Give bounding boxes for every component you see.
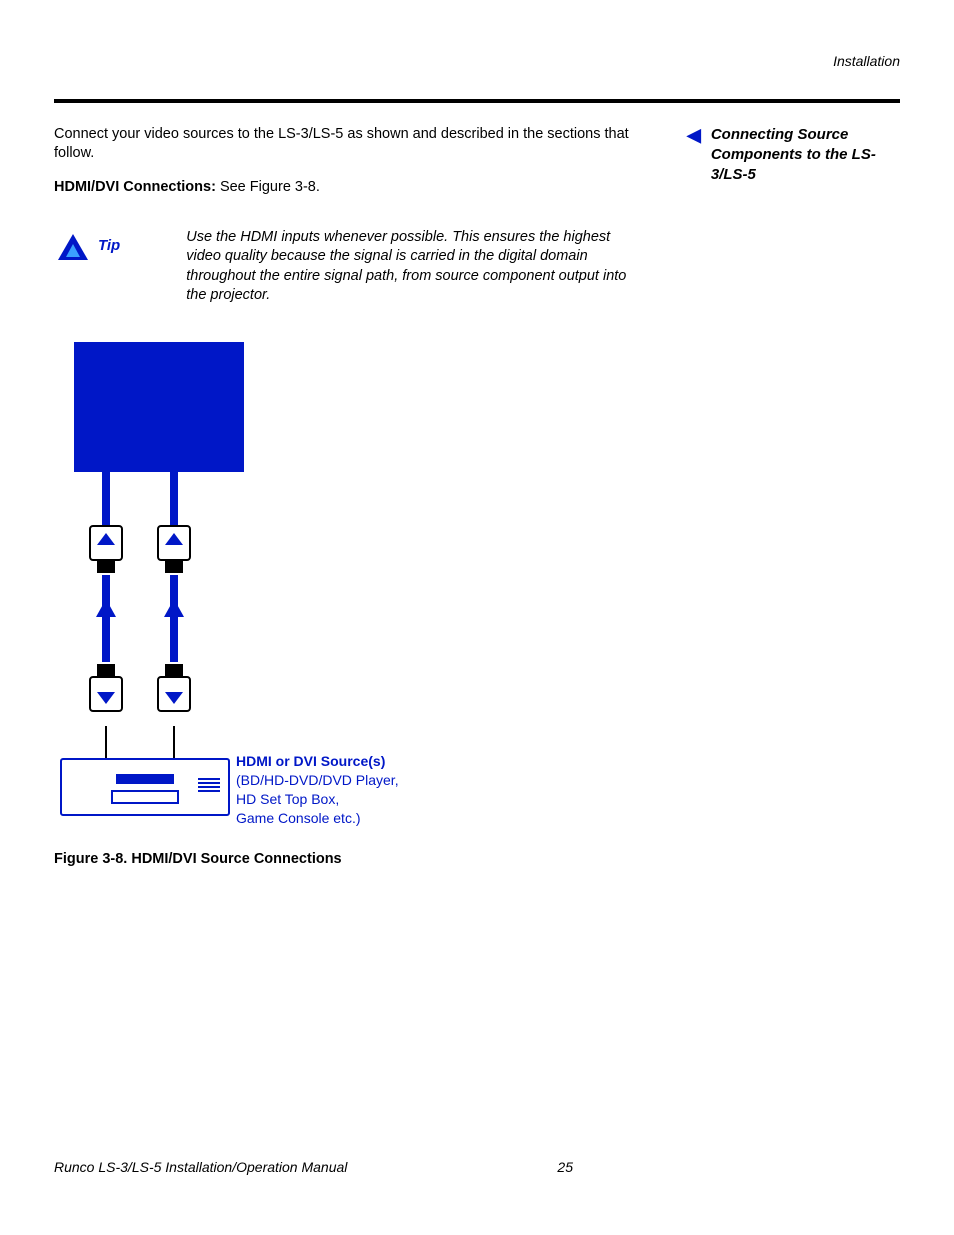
cable-top-1 <box>102 472 110 532</box>
hdmi-plug-top-1 <box>89 525 123 561</box>
source-line-3: Game Console etc.) <box>236 809 399 828</box>
source-device <box>60 758 230 816</box>
hdmi-plug-top-2 <box>157 525 191 561</box>
hdmi-plug-bottom-2 <box>157 676 191 712</box>
hdmi-connections-line: HDMI/DVI Connections: See Figure 3-8. <box>54 178 659 198</box>
thin-cable-1 <box>105 726 107 758</box>
header-rule <box>54 99 900 103</box>
tip-triangle-icon <box>56 232 90 262</box>
hdmi-plug-bottom-1 <box>89 676 123 712</box>
projector-panel <box>74 342 244 472</box>
side-arrow-icon: ◀ <box>687 126 701 144</box>
figure-3-8: HDMI or DVI Source(s) (BD/HD-DVD/DVD Pla… <box>54 342 454 832</box>
cable-mid-1 <box>102 575 110 662</box>
side-column: ◀ Connecting Source Components to the LS… <box>687 125 877 870</box>
device-vents-icon <box>198 778 220 792</box>
intro-text: Connect your video sources to the LS-3/L… <box>54 125 659 164</box>
tip-text: Use the HDMI inputs whenever possible. T… <box>186 228 646 306</box>
footer-page-number: 25 <box>557 1158 573 1177</box>
thin-cable-2 <box>173 726 175 758</box>
source-line-1: (BD/HD-DVD/DVD Player, <box>236 771 399 790</box>
tip-label: Tip <box>98 236 120 256</box>
main-column: Connect your video sources to the LS-3/L… <box>54 125 659 870</box>
hdmi-ref: See Figure 3-8. <box>216 179 320 195</box>
side-heading-row: ◀ Connecting Source Components to the LS… <box>687 125 877 186</box>
source-title: HDMI or DVI Source(s) <box>236 752 399 771</box>
tip-block: Tip Use the HDMI inputs whenever possibl… <box>54 228 659 306</box>
cable-top-2 <box>170 472 178 532</box>
page-header-section: Installation <box>54 52 900 71</box>
arrow-up-1-icon <box>96 599 116 617</box>
page-footer: Runco LS-3/LS-5 Installation/Operation M… <box>54 1158 900 1177</box>
cable-mid-2 <box>170 575 178 662</box>
tip-badge: Tip <box>56 232 120 262</box>
source-line-2: HD Set Top Box, <box>236 790 399 809</box>
arrow-up-2-icon <box>164 599 184 617</box>
footer-manual-title: Runco LS-3/LS-5 Installation/Operation M… <box>54 1158 347 1177</box>
hdmi-label: HDMI/DVI Connections: <box>54 179 216 195</box>
source-label: HDMI or DVI Source(s) (BD/HD-DVD/DVD Pla… <box>236 752 399 828</box>
figure-caption: Figure 3-8. HDMI/DVI Source Connections <box>54 850 659 870</box>
side-heading: Connecting Source Components to the LS-3… <box>711 125 877 186</box>
